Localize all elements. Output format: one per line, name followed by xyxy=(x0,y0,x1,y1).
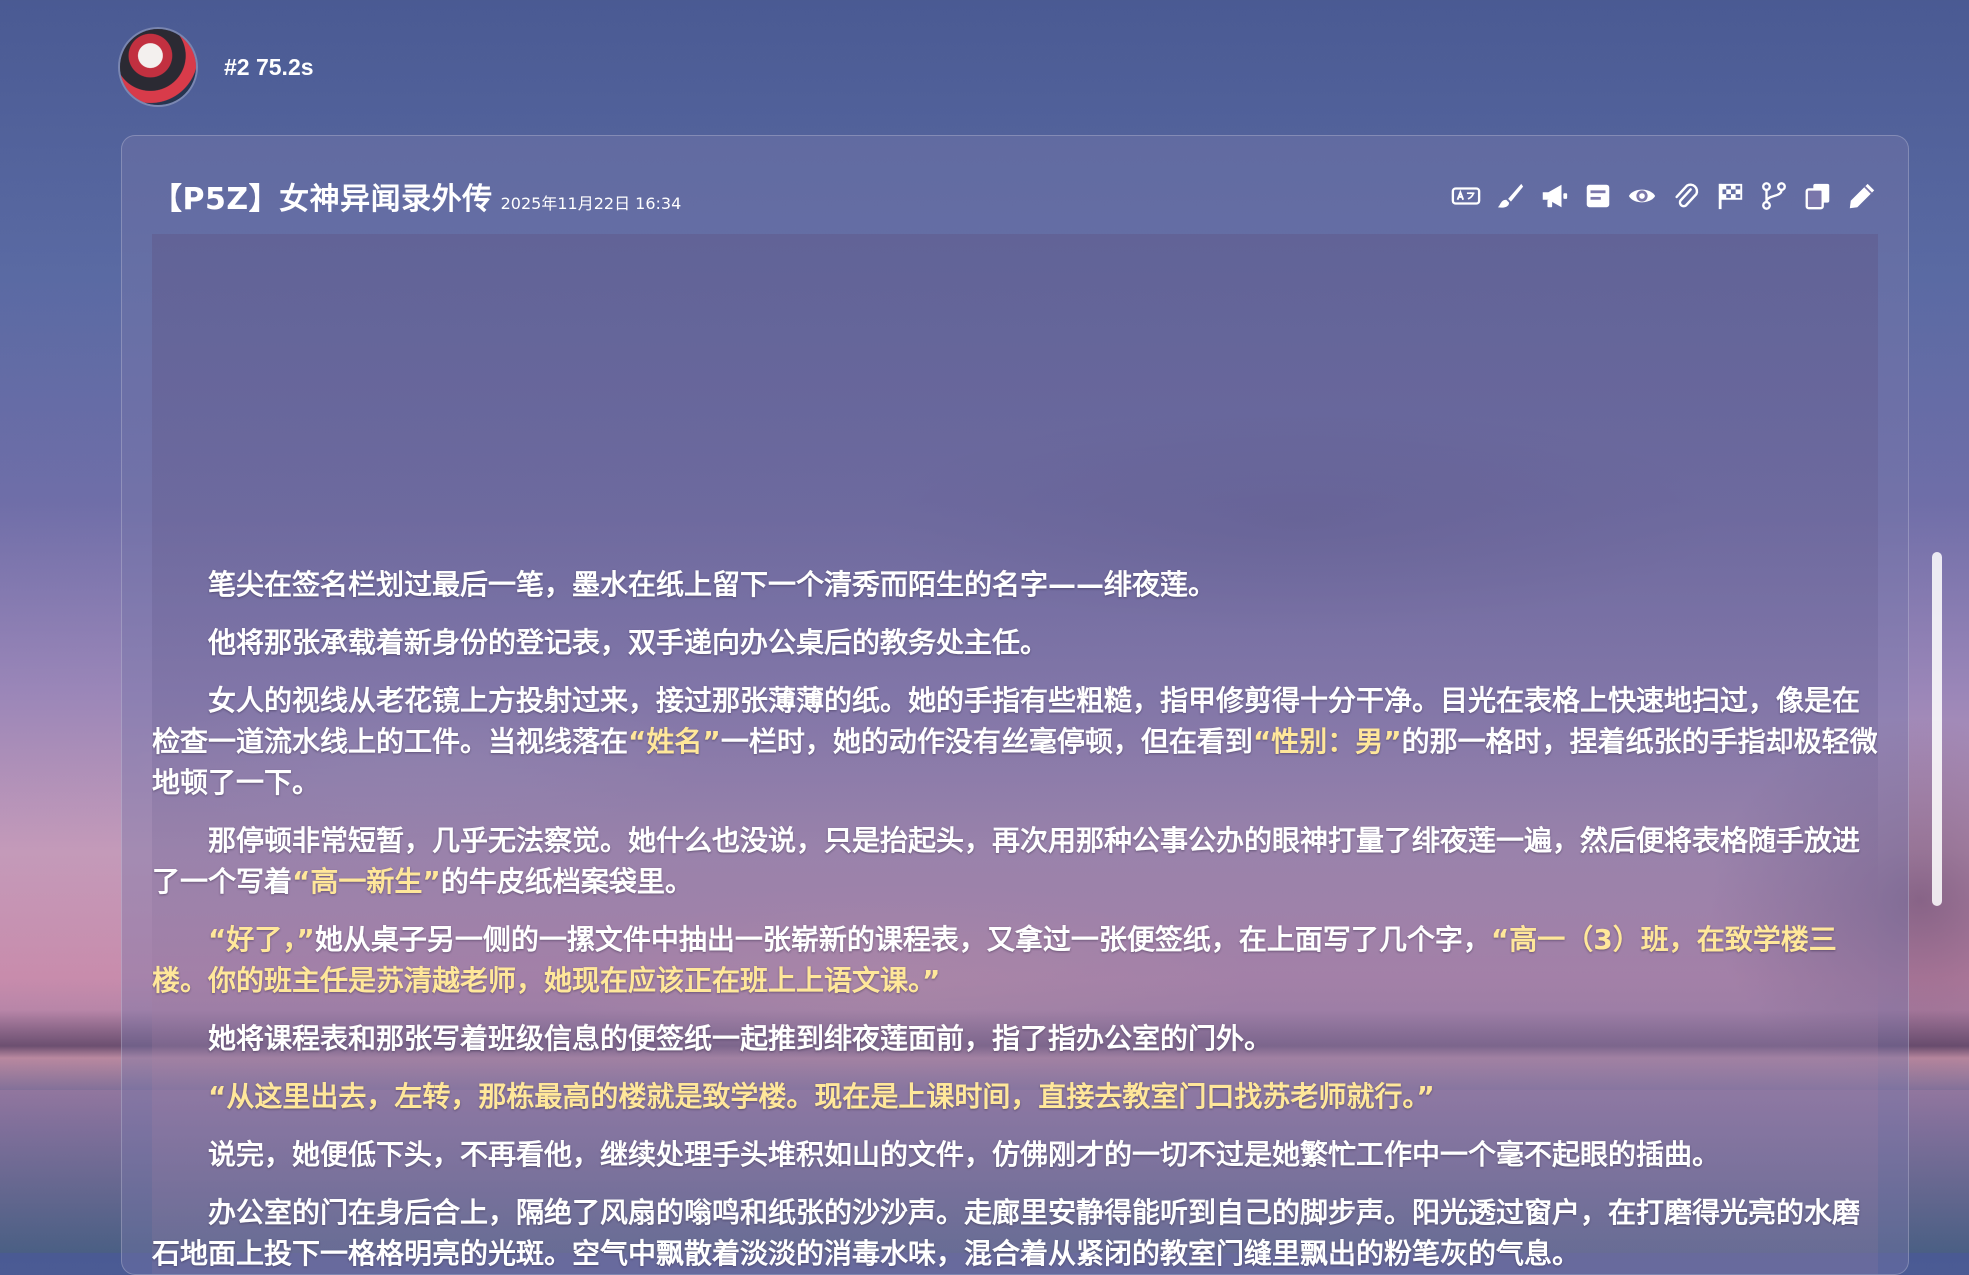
title-wrap: 【P5Z】女神异闻录外传 2025年11月22日 16:34 xyxy=(152,174,681,218)
megaphone-button[interactable] xyxy=(1538,180,1570,212)
flag-icon xyxy=(1718,183,1743,210)
story-paragraph: 他将那张承载着新身份的登记表，双手递向办公桌后的教务处主任。 xyxy=(152,622,1878,663)
dialogue-text: “好了，” xyxy=(208,923,315,956)
message-meta: #2 75.2s xyxy=(224,53,314,80)
narration-text: 笔尖在签名栏划过最后一笔，墨水在纸上留下一个清秀而陌生的名字——绯夜莲。 xyxy=(208,568,1217,601)
story-paragraph: 女人的视线从老花镜上方投射过来，接过那张薄薄的纸。她的手指有些粗糙，指甲修剪得十… xyxy=(152,680,1878,803)
edit-button[interactable] xyxy=(1846,180,1878,212)
copy-icon xyxy=(1805,183,1830,210)
story-paragraph: 说完，她便低下头，不再看他，继续处理手头堆积如山的文件，仿佛刚才的一切不过是她繁… xyxy=(152,1134,1878,1175)
message-header: #2 75.2s xyxy=(120,29,314,105)
attach-button[interactable] xyxy=(1670,180,1702,212)
message-title: 【P5Z】女神异闻录外传 xyxy=(152,182,493,217)
dialogue-text: “姓名” xyxy=(628,725,721,758)
story-paragraph: 笔尖在签名栏划过最后一笔，墨水在纸上留下一个清秀而陌生的名字——绯夜莲。 xyxy=(152,564,1878,605)
eye-icon xyxy=(1628,189,1656,203)
avatar[interactable] xyxy=(120,29,196,105)
narration-text: 他将那张承载着新身份的登记表，双手递向办公桌后的教务处主任。 xyxy=(208,626,1049,659)
narration-text: 她从桌子另一侧的一摞文件中抽出一张崭新的课程表，又拿过一张便签纸，在上面写了几个… xyxy=(314,923,1491,956)
scrollbar-thumb[interactable] xyxy=(1932,552,1942,906)
message-card: 【P5Z】女神异闻录外传 2025年11月22日 16:34 笔尖在签名栏划过最… xyxy=(121,135,1909,1275)
paperclip-icon xyxy=(1675,183,1699,208)
message-text: 笔尖在签名栏划过最后一笔，墨水在纸上留下一个清秀而陌生的名字——绯夜莲。 他将那张… xyxy=(152,564,1878,1274)
message-content: 笔尖在签名栏划过最后一笔，墨水在纸上留下一个清秀而陌生的名字——绯夜莲。 他将那张… xyxy=(152,234,1878,1274)
note-icon xyxy=(1586,184,1610,208)
narration-text: 办公室的门在身后合上，隔绝了风扇的嗡鸣和纸张的沙沙声。走廊里安静得能听到自己的脚… xyxy=(152,1196,1861,1270)
narration-text: 的牛皮纸档案袋里。 xyxy=(440,865,693,898)
narration-text: 她将课程表和那张写着班级信息的便签纸一起推到绯夜莲面前，指了指办公室的门外。 xyxy=(208,1022,1273,1055)
branch-icon xyxy=(1762,182,1786,210)
checkpoint-button[interactable] xyxy=(1714,180,1746,212)
card-header: 【P5Z】女神异闻录外传 2025年11月22日 16:34 xyxy=(152,174,1878,218)
story-paragraph: “从这里出去，左转，那栋最高的楼就是致学楼。现在是上课时间，直接去教室门口找苏老… xyxy=(152,1076,1878,1117)
pencil-icon xyxy=(1849,183,1875,209)
translate-icon xyxy=(1451,187,1481,205)
brush-icon xyxy=(1497,183,1524,208)
dialogue-text: “高一新生” xyxy=(292,865,441,898)
note-button[interactable] xyxy=(1582,180,1614,212)
story-paragraph: 那停顿非常短暂，几乎无法察觉。她什么也没说，只是抬起头，再次用那种公事公办的眼神… xyxy=(152,820,1878,902)
brush-button[interactable] xyxy=(1494,180,1526,212)
narration-text: 说完，她便低下头，不再看他，继续处理手头堆积如山的文件，仿佛刚才的一切不过是她繁… xyxy=(208,1138,1721,1171)
story-paragraph: “好了，”她从桌子另一侧的一摞文件中抽出一张崭新的课程表，又拿过一张便签纸，在上… xyxy=(152,919,1878,1001)
message-date: 2025年11月22日 16:34 xyxy=(500,194,682,213)
copy-button[interactable] xyxy=(1802,180,1834,212)
megaphone-icon xyxy=(1542,184,1568,208)
branch-button[interactable] xyxy=(1758,180,1790,212)
story-paragraph: 办公室的门在身后合上，隔绝了风扇的嗡鸣和纸张的沙沙声。走廊里安静得能听到自己的脚… xyxy=(152,1192,1878,1274)
narration-text: 一栏时，她的动作没有丝毫停顿，但在看到 xyxy=(720,725,1253,758)
story-paragraph: 她将课程表和那张写着班级信息的便签纸一起推到绯夜莲面前，指了指办公室的门外。 xyxy=(152,1018,1878,1059)
view-button[interactable] xyxy=(1626,180,1658,212)
translate-button[interactable] xyxy=(1450,180,1482,212)
dialogue-text: “性别：男” xyxy=(1252,725,1402,758)
dialogue-text: “从这里出去，左转，那栋最高的楼就是致学楼。现在是上课时间，直接去教室门口找苏老… xyxy=(208,1080,1435,1113)
message-toolbar xyxy=(1450,180,1878,212)
